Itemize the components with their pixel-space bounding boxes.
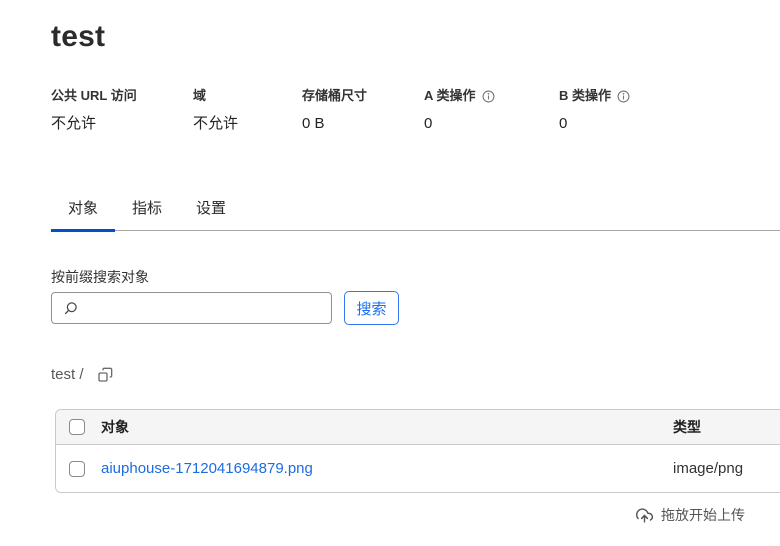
stat-label: B 类操作 <box>559 89 630 103</box>
breadcrumb-row: test / <box>51 367 780 383</box>
object-link[interactable]: aiuphouse-1712041694879.png <box>101 460 313 477</box>
breadcrumb[interactable]: test / <box>51 367 84 383</box>
row-checkbox[interactable] <box>69 461 85 477</box>
info-icon[interactable] <box>482 90 495 103</box>
column-header-type: 类型 <box>673 417 780 437</box>
stat-label: 域 <box>193 89 302 103</box>
stat-label: 公共 URL 访问 <box>51 89 193 103</box>
row-checkbox-cell <box>56 461 101 477</box>
header-checkbox-cell <box>56 419 101 435</box>
tab-objects[interactable]: 对象 <box>51 201 115 232</box>
stat-label: 存储桶尺寸 <box>302 89 424 103</box>
stat-value: 0 <box>559 116 630 131</box>
stat-class-a-operations: A 类操作 0 <box>424 89 559 131</box>
stat-bucket-size: 存储桶尺寸 0 B <box>302 89 424 131</box>
search-icon <box>63 301 78 316</box>
object-type-cell: image/png <box>673 460 780 477</box>
stat-domain: 域 不允许 <box>193 89 302 131</box>
bucket-page: test 公共 URL 访问 不允许 域 不允许 存储桶尺寸 0 B A 类操作… <box>0 0 780 546</box>
object-search-section: 按前缀搜索对象 搜索 <box>51 270 780 325</box>
search-input[interactable] <box>78 293 331 323</box>
search-input-box[interactable] <box>51 292 332 324</box>
table-header-row: 对象 类型 <box>56 410 780 445</box>
tab-bar: 对象 指标 设置 <box>51 201 780 231</box>
upload-hint-text: 拖放开始上传 <box>661 505 745 525</box>
upload-hint-row: 拖放开始上传 <box>51 505 780 525</box>
page-title: test <box>51 22 780 52</box>
table-row: aiuphouse-1712041694879.png image/png <box>56 445 780 492</box>
tab-settings[interactable]: 设置 <box>179 201 243 232</box>
stat-label: A 类操作 <box>424 89 559 103</box>
tab-metrics[interactable]: 指标 <box>115 201 179 232</box>
stat-value: 不允许 <box>193 116 302 131</box>
stat-value: 不允许 <box>51 116 193 131</box>
bucket-stats: 公共 URL 访问 不允许 域 不允许 存储桶尺寸 0 B A 类操作 0 B … <box>51 89 780 131</box>
search-button[interactable]: 搜索 <box>344 291 399 325</box>
stat-value: 0 <box>424 116 559 131</box>
stat-public-url-access: 公共 URL 访问 不允许 <box>51 89 193 131</box>
object-name-cell: aiuphouse-1712041694879.png <box>101 460 673 477</box>
select-all-checkbox[interactable] <box>69 419 85 435</box>
info-icon[interactable] <box>617 90 630 103</box>
objects-table: 对象 类型 aiuphouse-1712041694879.png image/… <box>55 409 780 493</box>
stat-class-b-operations: B 类操作 0 <box>559 89 630 131</box>
cloud-upload-icon <box>636 507 653 524</box>
search-label: 按前缀搜索对象 <box>51 270 780 284</box>
search-row: 搜索 <box>51 291 780 325</box>
column-header-object: 对象 <box>101 417 673 437</box>
copy-icon[interactable] <box>97 367 113 383</box>
stat-value: 0 B <box>302 116 424 131</box>
